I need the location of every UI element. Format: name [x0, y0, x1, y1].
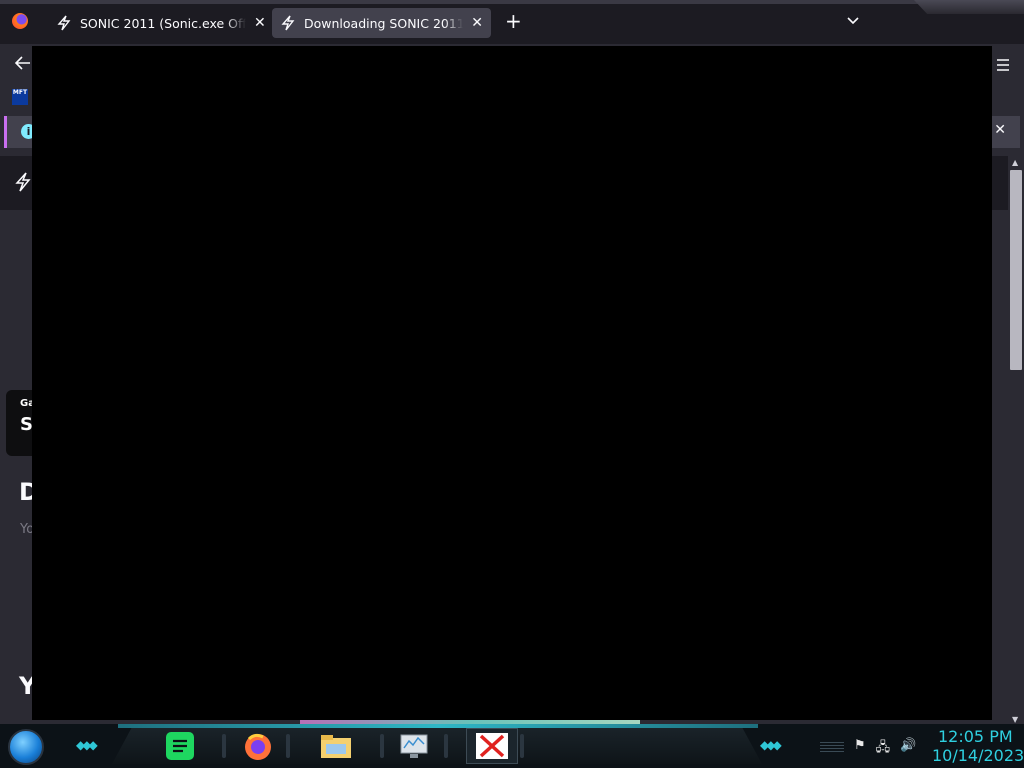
black-overlay-window[interactable]	[32, 46, 992, 720]
scroll-down-icon[interactable]: ▼	[1012, 715, 1018, 724]
page-scrollbar[interactable]: ▲ ▼	[1008, 156, 1024, 724]
action-center-flag-icon[interactable]: ⚑	[854, 738, 866, 760]
spotify-icon[interactable]	[158, 728, 202, 764]
tab-downloading-sonic-2011[interactable]: Downloading SONIC 2011 (Sonic.exe Offici…	[272, 8, 491, 38]
firefox-icon[interactable]	[236, 728, 280, 764]
chevron-down-icon	[847, 17, 859, 25]
taskbar-separator	[286, 734, 290, 758]
window-top-border	[0, 0, 1024, 4]
tab-sonic-2011[interactable]: SONIC 2011 (Sonic.exe Official Game) ✕	[48, 8, 274, 38]
file-explorer-icon[interactable]	[314, 728, 358, 764]
new-tab-button[interactable]: +	[505, 11, 522, 31]
lightning-favicon-icon	[280, 15, 296, 31]
network-icon[interactable]: 🖧	[876, 738, 891, 760]
close-window-icon[interactable]	[466, 728, 518, 764]
close-notification-button[interactable]: ✕	[994, 122, 1006, 138]
screen: SONIC 2011 (Sonic.exe Official Game) ✕ D…	[0, 0, 1024, 768]
list-all-tabs-button[interactable]	[846, 13, 860, 32]
start-button[interactable]	[8, 729, 44, 765]
taskbar-chevron-decoration: ◆◆◆	[76, 738, 98, 752]
taskbar-shelf	[112, 728, 762, 764]
tab-strip: SONIC 2011 (Sonic.exe Official Game) ✕ D…	[0, 0, 1024, 44]
taskbar-grip[interactable]	[820, 742, 844, 754]
tab-close-icon[interactable]: ✕	[254, 15, 266, 31]
taskbar: ◆◆◆ ◆◆◆ ⚑ 🖧 🔊 12:05 PM 10/14/2023	[0, 724, 1024, 768]
tab-title: Downloading SONIC 2011 (Sonic.exe Offici…	[304, 15, 464, 31]
taskbar-rim	[118, 724, 758, 728]
bookmark-label: MFT	[12, 89, 28, 96]
mft-bookmark-icon[interactable]: MFT	[12, 89, 28, 105]
clock-date[interactable]: 10/14/2023	[932, 746, 1024, 765]
taskbar-separator	[222, 734, 226, 758]
hamburger-menu-icon	[997, 59, 1009, 71]
volume-icon[interactable]: 🔊	[900, 738, 916, 760]
taskbar-separator	[380, 734, 384, 758]
back-button[interactable]	[14, 54, 32, 76]
app-menu-button[interactable]	[996, 56, 1010, 75]
window-corner-decoration	[914, 0, 1024, 14]
site-logo-icon[interactable]	[14, 172, 32, 196]
taskbar-separator	[520, 734, 524, 758]
scrollbar-thumb[interactable]	[1010, 170, 1022, 370]
lightning-favicon-icon	[56, 15, 72, 31]
firefox-menu-icon[interactable]	[12, 13, 28, 29]
tab-title: SONIC 2011 (Sonic.exe Official Game)	[80, 15, 246, 31]
clock-time[interactable]: 12:05 PM	[938, 727, 1013, 746]
taskbar-chevron-decoration: ◆◆◆	[760, 738, 782, 752]
taskbar-separator	[444, 734, 448, 758]
scroll-up-icon[interactable]: ▲	[1012, 158, 1018, 167]
task-manager-icon[interactable]	[392, 728, 436, 764]
tab-close-icon[interactable]: ✕	[471, 15, 483, 31]
arrow-left-icon	[14, 56, 30, 70]
system-tray: ⚑ 🖧 🔊	[854, 738, 916, 760]
